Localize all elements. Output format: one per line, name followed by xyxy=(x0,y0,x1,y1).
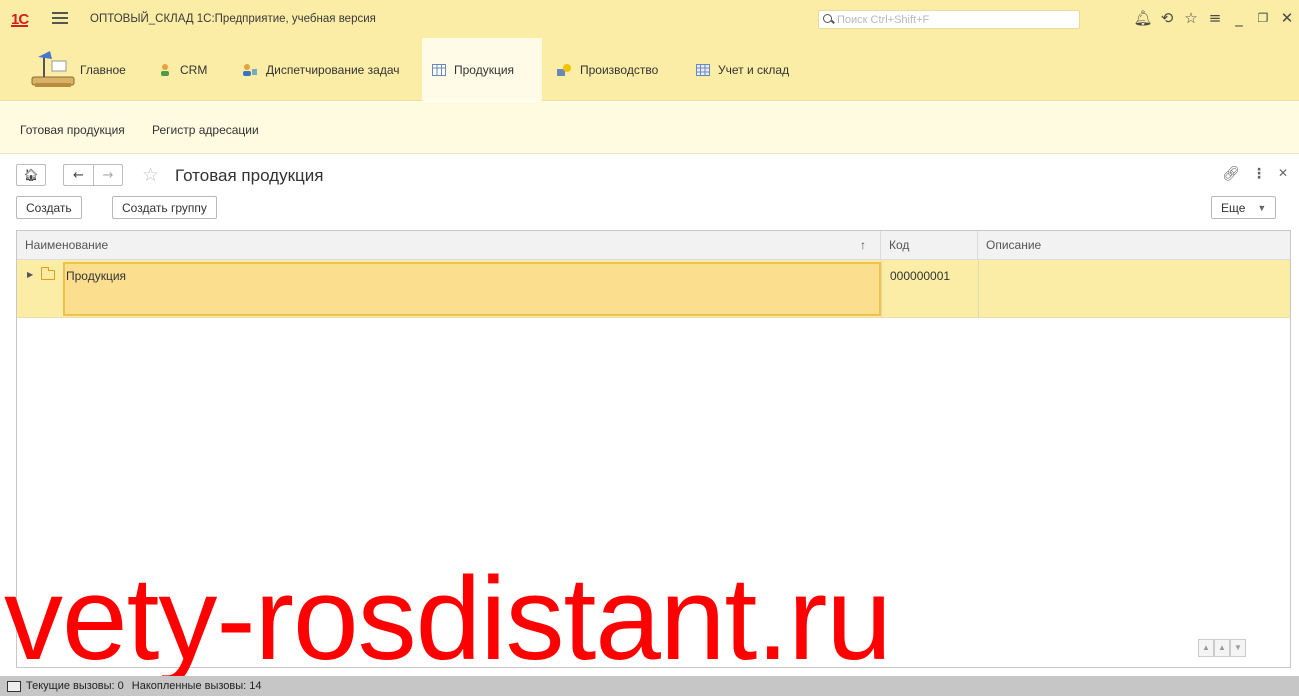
scroll-up-icon[interactable]: ▲ xyxy=(1214,639,1230,657)
column-divider xyxy=(881,260,882,318)
table-icon xyxy=(432,63,446,76)
subsystem-commands: Готовая продукция Регистр адресации xyxy=(0,102,1299,154)
form-title: Готовая продукция xyxy=(175,166,324,185)
cell-name: Продукция xyxy=(66,269,127,283)
history-icon[interactable]: ⟲ xyxy=(1155,8,1179,28)
app-title: ОПТОВЫЙ_СКЛАД 1С:Предприятие, учебная ве… xyxy=(90,13,376,25)
settings-menu-icon[interactable]: ≡ xyxy=(1203,8,1227,28)
column-divider xyxy=(978,260,979,318)
section-label: Диспетчирование задач xyxy=(266,62,400,77)
user-task-icon xyxy=(243,63,257,76)
create-button[interactable]: Создать xyxy=(16,196,82,219)
section-products[interactable]: Продукция xyxy=(422,38,542,101)
home-button[interactable]: 🏠︎ xyxy=(16,164,46,186)
people-icon xyxy=(161,63,169,76)
close-icon[interactable]: ✕ xyxy=(1275,8,1299,28)
section-main[interactable]: Главное xyxy=(10,38,136,101)
column-header-name[interactable]: Наименование ↑ xyxy=(17,231,881,260)
more-actions-icon[interactable]: ⋮ xyxy=(1252,166,1266,182)
favorite-star-icon[interactable]: ☆ xyxy=(142,164,159,186)
home-icon: 🏠︎ xyxy=(23,168,39,182)
title-bar-icons: 🔔︎ ⟲ ☆ ≡ _ ❐ ✕ xyxy=(1131,8,1299,28)
grid-icon xyxy=(696,63,710,76)
status-bar: Текущие вызовы: 0 Накопленные вызовы: 14 xyxy=(0,676,1299,696)
table-row[interactable]: ▶ Продукция 000000001 xyxy=(17,260,1290,318)
main-menu-icon[interactable] xyxy=(52,10,68,26)
link-icon[interactable]: 🔗︎ xyxy=(1222,166,1240,182)
app-logo[interactable]: 1С xyxy=(11,11,29,28)
watermark-text: vety-rosdistant.ru xyxy=(4,553,892,685)
back-button[interactable]: ← xyxy=(63,164,93,186)
production-icon xyxy=(557,63,571,76)
title-bar: 1С ОПТОВЫЙ_СКЛАД 1С:Предприятие, учебная… xyxy=(0,0,1299,38)
scroll-top-icon[interactable]: ▲ xyxy=(1198,639,1214,657)
create-group-button[interactable]: Создать группу xyxy=(112,196,217,219)
dropdown-arrow-icon: ▼ xyxy=(1257,202,1267,213)
section-label: CRM xyxy=(180,62,208,77)
table-scroll-buttons: ▲ ▲ ▼ xyxy=(1198,639,1246,657)
column-header-code[interactable]: Код xyxy=(881,231,978,260)
minimize-icon[interactable]: _ xyxy=(1227,8,1251,28)
section-task-dispatch[interactable]: Диспетчирование задач xyxy=(232,38,410,101)
link-address-register[interactable]: Регистр адресации xyxy=(152,123,259,137)
section-crm[interactable]: CRM xyxy=(148,38,217,101)
expand-arrow-icon[interactable]: ▶ xyxy=(27,270,33,279)
section-label: Производство xyxy=(580,62,659,77)
table-header: Наименование ↑ Код Описание xyxy=(17,231,1290,260)
accumulated-calls: Накопленные вызовы: 14 xyxy=(131,680,262,692)
search-input[interactable] xyxy=(837,13,1067,26)
restore-icon[interactable]: ❐ xyxy=(1251,8,1275,28)
favorites-icon[interactable]: ☆ xyxy=(1179,8,1203,28)
cell-code: 000000001 xyxy=(890,269,951,283)
section-label: Учет и склад xyxy=(718,62,790,77)
link-finished-products[interactable]: Готовая продукция xyxy=(20,123,125,137)
section-label: Продукция xyxy=(454,62,515,77)
desk-lamp-icon xyxy=(31,51,75,87)
arrow-left-icon: ← xyxy=(73,167,84,183)
current-calls: Текущие вызовы: 0 xyxy=(26,680,124,692)
sort-ascending-icon: ↑ xyxy=(860,238,866,252)
scroll-down-icon[interactable]: ▼ xyxy=(1230,639,1246,657)
section-label: Главное xyxy=(80,62,126,77)
sections-panel: Главное CRM Диспетчирование задач Продук… xyxy=(0,38,1299,101)
section-production[interactable]: Производство xyxy=(546,38,668,101)
folder-icon xyxy=(41,267,55,280)
server-calls-icon[interactable] xyxy=(7,680,21,692)
selected-cell[interactable] xyxy=(63,262,881,316)
search-icon xyxy=(823,14,834,25)
section-accounting-warehouse[interactable]: Учет и склад xyxy=(686,38,799,101)
arrow-right-icon: → xyxy=(102,167,114,183)
column-header-description[interactable]: Описание xyxy=(978,231,1290,260)
more-button[interactable]: Еще ▼ xyxy=(1211,196,1277,219)
forward-button[interactable]: → xyxy=(93,164,123,186)
close-form-icon[interactable]: ✕ xyxy=(1278,166,1288,180)
global-search[interactable] xyxy=(818,10,1080,29)
notification-bell-icon[interactable]: 🔔︎ xyxy=(1131,8,1155,28)
more-label: Еще xyxy=(1221,200,1246,215)
